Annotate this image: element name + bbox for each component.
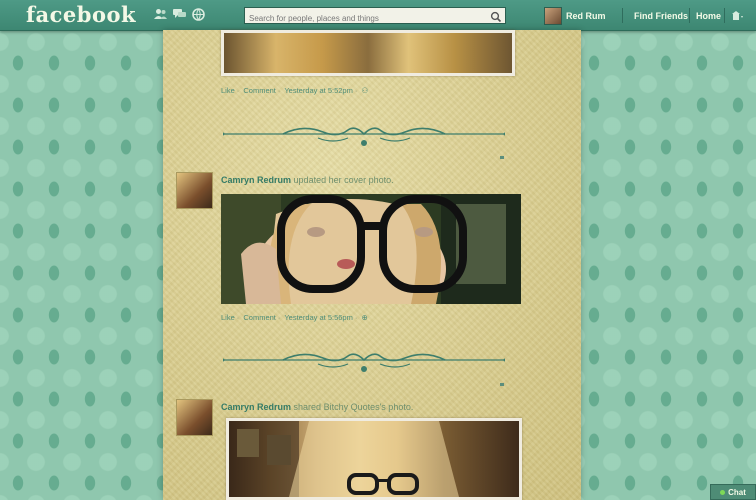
- post-options-caret[interactable]: [500, 156, 504, 159]
- comment-link[interactable]: Comment: [243, 313, 276, 322]
- search-box: [244, 7, 506, 26]
- audience-icon[interactable]: ⊕: [361, 313, 367, 322]
- post-meta: Like · Comment · Yesterday at 5:56pm · ⊕: [221, 313, 368, 322]
- post-story: Camryn Redrum updated her cover photo.: [221, 175, 394, 185]
- nav-divider: [724, 8, 725, 23]
- ornament-divider: [223, 127, 505, 146]
- post-meta: Like · Comment · Yesterday at 5:52pm · ⚇: [221, 86, 369, 95]
- settings-icon[interactable]: [731, 9, 745, 23]
- author-name[interactable]: Camryn Redrum: [221, 175, 291, 185]
- timestamp[interactable]: Yesterday at 5:56pm: [284, 313, 353, 322]
- home-link[interactable]: Home: [696, 11, 721, 21]
- friend-requests-icon[interactable]: [153, 7, 167, 21]
- post-story: Camryn Redrum shared Bitchy Quotes's pho…: [221, 402, 413, 412]
- nav-divider: [622, 8, 623, 23]
- messages-icon[interactable]: [172, 7, 186, 21]
- top-bar: facebook Red Rum Find Friends Home: [0, 0, 756, 31]
- like-link[interactable]: Like: [221, 313, 235, 322]
- find-friends-link[interactable]: Find Friends: [634, 11, 688, 21]
- online-indicator-icon: [720, 489, 726, 495]
- author-avatar[interactable]: [176, 399, 213, 436]
- post-photo[interactable]: [221, 30, 515, 76]
- author-avatar[interactable]: [176, 172, 213, 209]
- ornament-divider: [223, 353, 505, 372]
- comment-link[interactable]: Comment: [243, 86, 276, 95]
- nav-divider: [689, 8, 690, 23]
- author-name[interactable]: Camryn Redrum: [221, 402, 291, 412]
- search-input[interactable]: [245, 11, 489, 26]
- profile-name: Red Rum: [566, 11, 606, 21]
- profile-link[interactable]: Red Rum: [544, 7, 606, 25]
- search-icon[interactable]: [490, 10, 502, 23]
- chat-label: Chat: [728, 487, 746, 497]
- post-options-caret[interactable]: [500, 383, 504, 386]
- cover-photo[interactable]: [221, 194, 521, 304]
- timestamp[interactable]: Yesterday at 5:52pm: [284, 86, 353, 95]
- story-text: shared Bitchy Quotes's photo.: [293, 402, 414, 412]
- like-link[interactable]: Like: [221, 86, 235, 95]
- shared-photo[interactable]: [226, 418, 522, 500]
- chat-button[interactable]: Chat: [710, 484, 756, 500]
- audience-icon[interactable]: ⚇: [361, 86, 368, 95]
- story-text: updated her cover photo.: [293, 175, 394, 185]
- facebook-logo[interactable]: facebook: [26, 2, 136, 27]
- avatar: [544, 7, 562, 25]
- notifications-icon[interactable]: [191, 7, 205, 21]
